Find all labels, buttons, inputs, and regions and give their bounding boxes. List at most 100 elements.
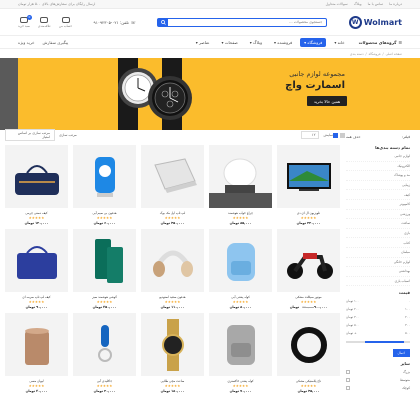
grid-view-icon[interactable]: [333, 132, 338, 138]
nav-link[interactable]: خانه ▾: [330, 38, 348, 47]
sidebar-category[interactable]: الکترونیک: [346, 162, 410, 172]
product-name[interactable]: تاج پلاستیکی مشکی: [277, 379, 340, 383]
size-option[interactable]: کوچک: [346, 384, 410, 392]
search-button[interactable]: [158, 18, 169, 26]
sort-select[interactable]: مرتب سازی بر اساس امتیاز: [5, 129, 55, 141]
sidebar-category[interactable]: لوازم خانگی: [346, 258, 410, 268]
product-image[interactable]: [5, 229, 68, 292]
checkbox[interactable]: [346, 370, 350, 375]
product-image[interactable]: [277, 229, 340, 292]
price-option[interactable]: ۳۰۰ ۵۰۰ تومان: [346, 321, 410, 329]
breadcrumb-item[interactable]: فروشگاه: [369, 52, 381, 56]
product-card[interactable]: گوشی هوشمند سبز ★★★★★ ۳۵۰,۰۰۰ تومان: [73, 229, 136, 309]
nav-link[interactable]: فروشنده ▾: [270, 38, 296, 47]
product-name[interactable]: جاکلیدی آبی: [73, 379, 136, 383]
product-image[interactable]: [141, 313, 204, 376]
product-card[interactable]: کیف لپ تاپ سرمه ای ★★★★★ ۹۰,۰۰۰ تومان: [5, 229, 68, 309]
nav-link[interactable]: صفحات ▾: [217, 38, 241, 47]
per-page-select[interactable]: ۱۲: [301, 131, 320, 139]
user-button[interactable]: حساب من: [59, 16, 72, 28]
product-image[interactable]: [141, 229, 204, 292]
list-view-icon[interactable]: [340, 132, 345, 138]
product-card[interactable]: چراغ خواب هوشمند ★★★★★ ۸۵,۰۰۰ تومان: [209, 145, 272, 225]
product-name[interactable]: چراغ خواب هوشمند: [209, 211, 272, 215]
sidebar-category[interactable]: کیف: [346, 190, 410, 200]
product-name[interactable]: کوله پشتی آبی: [209, 295, 272, 299]
nav-extra-link[interactable]: خرید ویژه: [18, 40, 35, 45]
product-card[interactable]: کوله پشتی آبی ★★★★★ ۸۰,۰۰۰ تومان: [209, 229, 272, 309]
product-card[interactable]: کوله پشتی خاکستری ★★★★★ ۷۰,۰۰۰ تومان: [209, 313, 272, 393]
sidebar-category[interactable]: بازی: [346, 229, 410, 239]
product-image[interactable]: [209, 313, 272, 376]
product-image[interactable]: [73, 229, 136, 292]
nav-extra-link[interactable]: پیگیری سفارش: [43, 40, 69, 45]
price-option[interactable]: ۲۰۰ ۳۰۰ تومان: [346, 313, 410, 321]
product-image[interactable]: [209, 229, 272, 292]
nav-link[interactable]: فروشگاه ▾: [300, 37, 327, 47]
product-image[interactable]: [5, 145, 68, 208]
price-option[interactable]: ۱۰۰ ۲۰۰ تومان: [346, 305, 410, 313]
product-image[interactable]: [5, 313, 68, 376]
product-name[interactable]: ساعت مچی طلایی: [141, 379, 204, 383]
sidebar-category[interactable]: لوازم جانبی: [346, 152, 410, 162]
heart-button[interactable]: علاقه‌مندی: [38, 16, 51, 28]
sidebar-category[interactable]: کتاب: [346, 238, 410, 248]
product-name[interactable]: کوله پشتی خاکستری: [209, 379, 272, 383]
product-card[interactable]: موتور سیکلت مشکی ★★★★★ ۹۵۰,۰۰۰۹۰۰,۰۰۰ توما…: [277, 229, 340, 309]
shop-now-button[interactable]: همین حالا بخرید: [307, 96, 347, 106]
product-image[interactable]: [277, 145, 340, 208]
product-name[interactable]: لپ تاپ اپل مک بوک: [141, 211, 204, 215]
product-card[interactable]: کیف دستی چرمی ★★★★★ ۱۲۰,۰۰۰ تومان: [5, 145, 68, 225]
sidebar-category[interactable]: ساعت: [346, 219, 410, 229]
clear-all-link[interactable]: حذف همه: [346, 135, 361, 139]
top-link[interactable]: وبلاگ: [354, 2, 362, 6]
breadcrumb-item[interactable]: صفحه اصلی: [386, 52, 402, 56]
product-card[interactable]: تلویزیون ال ای دی ★★★★★ ۲۲۰,۰۰۰ تومان: [277, 145, 340, 225]
product-name[interactable]: هدفون سفید استودیو: [141, 295, 204, 299]
sidebar-category[interactable]: مبلمان: [346, 248, 410, 258]
product-card[interactable]: هدفون بی سیم آبی ★★★★★ ۶۰,۰۰۰ تومان: [73, 145, 136, 225]
price-option[interactable]: ۵۰۰ + تومان: [346, 329, 410, 337]
product-name[interactable]: لیوان مسی: [5, 379, 68, 383]
product-image[interactable]: [141, 145, 204, 208]
product-name[interactable]: هدفون بی سیم آبی: [73, 211, 136, 215]
product-card[interactable]: لیوان مسی ★★★★★ ۳۰,۰۰۰ تومان: [5, 313, 68, 393]
sidebar-category[interactable]: زیبایی: [346, 181, 410, 191]
product-card[interactable]: لپ تاپ اپل مک بوک ★★★★★ ۴۵۰,۰۰۰ تومان: [141, 145, 204, 225]
product-name[interactable]: موتور سیکلت مشکی: [277, 295, 340, 299]
top-link[interactable]: درباره ما: [389, 2, 402, 6]
product-card[interactable]: ساعت مچی طلایی ★★★★★ ۱۸۰,۰۰۰ تومان: [141, 313, 204, 393]
size-option[interactable]: بزرگ: [346, 368, 410, 376]
product-card[interactable]: جاکلیدی آبی ★★★★★ ۲۰,۰۰۰ تومان: [73, 313, 136, 393]
cart-button[interactable]: سبد خرید 0: [18, 14, 32, 28]
product-image[interactable]: [73, 145, 136, 208]
product-image[interactable]: [277, 313, 340, 376]
price-option[interactable]: ۰ ۱۰۰ تومان: [346, 297, 410, 305]
product-image[interactable]: [209, 145, 272, 208]
product-name[interactable]: کیف دستی چرمی: [5, 211, 68, 215]
product-card[interactable]: تاج پلاستیکی مشکی ★★★★★ ۴۵,۰۰۰ تومان: [277, 313, 340, 393]
top-link[interactable]: سوالات متداول: [326, 2, 348, 6]
sidebar-category[interactable]: بهداشتی: [346, 267, 410, 277]
sidebar-category[interactable]: مد و پوشاک: [346, 171, 410, 181]
breadcrumb-item[interactable]: دسته بندی: [350, 52, 364, 56]
sidebar-category[interactable]: ورزشی: [346, 210, 410, 220]
product-card[interactable]: هدفون سفید استودیو ★★★★★ ۱۱۰,۰۰۰ تومان: [141, 229, 204, 309]
top-link[interactable]: تماس با ما: [368, 2, 384, 6]
search-input[interactable]: [168, 18, 327, 26]
size-option[interactable]: متوسط: [346, 376, 410, 384]
product-image[interactable]: [73, 313, 136, 376]
nav-link[interactable]: وبلاگ ▾: [246, 38, 266, 47]
logo[interactable]: W Wolmart: [348, 15, 402, 29]
checkbox[interactable]: [346, 378, 350, 383]
product-name[interactable]: کیف لپ تاپ سرمه ای: [5, 295, 68, 299]
sidebar-category[interactable]: اسباب بازی: [346, 277, 410, 287]
sidebar-category[interactable]: کامپیوتر: [346, 200, 410, 210]
product-name[interactable]: گوشی هوشمند سبز: [73, 295, 136, 299]
apply-price-button[interactable]: اعمال: [392, 349, 410, 358]
price-range-slider[interactable]: [346, 341, 410, 344]
categories-button[interactable]: ☰ گروه‌های محصولات: [352, 39, 402, 45]
product-name[interactable]: تلویزیون ال ای دی: [277, 211, 340, 215]
checkbox[interactable]: [346, 386, 350, 391]
nav-link[interactable]: عناصر ▾: [192, 38, 214, 47]
